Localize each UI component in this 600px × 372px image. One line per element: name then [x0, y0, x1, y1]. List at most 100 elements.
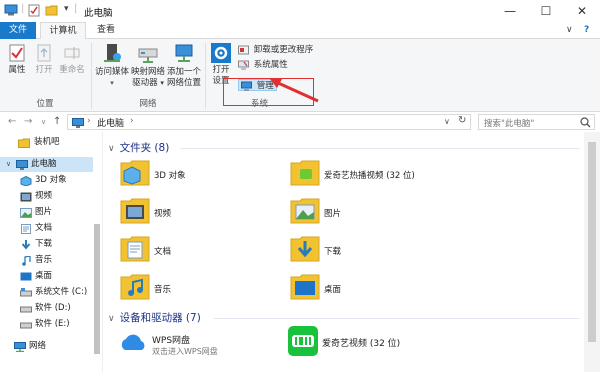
uninstall-label: 卸载或更改程序 [253, 45, 314, 55]
breadcrumb-this-pc[interactable]: 此电脑 [97, 116, 124, 129]
iqiyi-folder-icon [290, 160, 320, 186]
network-drive-icon [138, 48, 158, 63]
search-input[interactable]: 搜索"此电脑" [478, 114, 595, 130]
map-drive-button[interactable]: 映射网络 驱动器 ▾ [130, 43, 166, 89]
folder-desktop[interactable]: 桌面 [290, 271, 490, 303]
minimize-button[interactable]: — [492, 0, 528, 22]
system-properties-button[interactable]: 系统属性 [238, 59, 288, 71]
rename-button[interactable]: 重命名 [57, 43, 87, 76]
up-arrow-icon[interactable]: ↑ [53, 116, 61, 127]
properties-icon [9, 44, 25, 62]
help-button[interactable]: ? [584, 25, 589, 35]
drives-header-label: 设备和驱动器 (7) [119, 312, 201, 324]
nav-item-network[interactable]: 网络 [0, 339, 93, 354]
nav-item-documents[interactable]: 文档 [0, 221, 93, 236]
close-button[interactable]: ✕ [564, 0, 600, 22]
chevron-down-icon: ▾ [160, 79, 164, 87]
music-icon [22, 256, 31, 266]
uninstall-button[interactable]: 卸载或更改程序 [238, 44, 313, 56]
nav-item-label: 音乐 [35, 255, 53, 265]
group-separator [205, 43, 206, 109]
folder-label: 视频 [154, 209, 172, 219]
uninstall-icon [238, 45, 249, 54]
open-icon [37, 44, 51, 62]
folders-header-label: 文件夹 (8) [119, 142, 170, 154]
folders-section-header[interactable]: ∨ 文件夹 (8) [108, 140, 169, 155]
media-server-icon [104, 44, 121, 62]
folder-iqiyi-hot-videos[interactable]: 爱奇艺热播视频 (32 位) [290, 157, 490, 189]
folder-pictures[interactable]: 图片 [290, 195, 490, 227]
qat-dropdown[interactable]: ▾ [64, 4, 69, 14]
address-dropdown[interactable]: ∨ [444, 117, 450, 126]
nav-item-3d-objects[interactable]: 3D 对象 [0, 173, 93, 188]
iqiyi-app-icon [288, 326, 318, 356]
address-box[interactable]: › 此电脑 › ∨ ↻ [67, 114, 471, 130]
tab-computer[interactable]: 计算机 [40, 22, 86, 40]
expand-chevron-icon[interactable]: ∨ [6, 157, 11, 172]
nav-item-pictures[interactable]: 图片 [0, 205, 93, 220]
desktop-icon [20, 272, 32, 281]
tab-view[interactable]: 查看 [88, 22, 124, 39]
drives-section-header[interactable]: ∨ 设备和驱动器 (7) [108, 310, 201, 325]
nav-item-label: 视频 [35, 191, 53, 201]
videos-folder-icon [120, 198, 150, 224]
title-bar: | ▾ | 此电脑 — ☐ ✕ [0, 0, 600, 22]
chevron-down-icon[interactable]: ∨ [108, 314, 115, 324]
new-folder-icon[interactable] [45, 4, 58, 16]
navigation-pane: 装机吧 ∨ 此电脑 3D 对象 视频 图片 文档 下载 音乐 桌面 系统文件 (… [0, 132, 103, 372]
ribbon-collapse-button[interactable]: ∨ [566, 25, 573, 35]
chevron-down-icon[interactable]: ∨ [108, 144, 115, 154]
properties-check-icon[interactable] [28, 4, 40, 17]
drive-sublabel: 双击进入WPS网盘 [152, 347, 218, 356]
add-network-location-button[interactable]: 添加一个 网络位置 [166, 43, 202, 89]
nav-item-drive-e[interactable]: 软件 (E:) [0, 317, 93, 332]
nav-scrollbar[interactable] [93, 134, 101, 362]
nav-item-downloads[interactable]: 下载 [0, 237, 93, 252]
open-button[interactable]: 打开 [33, 43, 55, 76]
nav-item-label: 软件 (D:) [35, 303, 71, 313]
nav-item-music[interactable]: 音乐 [0, 253, 93, 268]
document-icon [21, 224, 31, 234]
nav-item-drive-c[interactable]: 系统文件 (C:) [0, 285, 93, 300]
nav-item-label: 桌面 [35, 271, 53, 281]
add-location-label-1: 添加一个 [166, 67, 201, 77]
nav-item-videos[interactable]: 视频 [0, 189, 93, 204]
refresh-icon[interactable]: ↻ [458, 115, 466, 126]
group-label-location: 位置 [36, 99, 54, 109]
drive-iqiyi-video[interactable]: 爱奇艺视频 (32 位) [288, 326, 528, 360]
nav-item-drive-d[interactable]: 软件 (D:) [0, 301, 93, 316]
folder-label: 爱奇艺热播视频 (32 位) [324, 171, 415, 181]
gear-icon [211, 43, 231, 63]
computer-icon[interactable] [4, 4, 18, 16]
maximize-button[interactable]: ☐ [528, 0, 564, 22]
breadcrumb-chevron[interactable]: › [87, 116, 91, 126]
recent-locations-icon[interactable]: ∨ [41, 118, 46, 126]
chevron-down-icon: ▾ [110, 79, 114, 87]
folder-label: 音乐 [154, 285, 172, 295]
nav-item-this-pc[interactable]: ∨ 此电脑 [0, 157, 93, 172]
folder-downloads[interactable]: 下载 [290, 233, 490, 265]
address-bar: ← → ∨ ↑ › 此电脑 › ∨ ↻ 搜索"此电脑" [0, 112, 600, 132]
title-separator: | [74, 3, 78, 14]
folder-label: 下载 [324, 247, 342, 257]
nav-scrollbar-thumb[interactable] [94, 224, 100, 354]
nav-item-desktop[interactable]: 桌面 [0, 269, 93, 284]
nav-item-zhuangjiba[interactable]: 装机吧 [0, 135, 93, 150]
search-icon[interactable] [580, 117, 591, 128]
forward-arrow-icon[interactable]: → [24, 116, 32, 127]
breadcrumb-chevron[interactable]: › [130, 116, 134, 126]
content-scrollbar-thumb[interactable] [588, 142, 596, 342]
access-media-button[interactable]: 访问媒体 ▾ [94, 43, 130, 89]
back-arrow-icon[interactable]: ← [8, 116, 16, 127]
drive-label: WPS网盘 [152, 336, 191, 346]
wps-cloud-icon [121, 334, 145, 350]
network-icon [14, 342, 26, 352]
folder-label: 文档 [154, 247, 172, 257]
properties-button[interactable]: 属性 [4, 43, 30, 76]
tab-file[interactable]: 文件 [0, 22, 36, 39]
computer-icon [72, 118, 84, 128]
rename-icon [64, 47, 80, 59]
nav-item-label: 装机吧 [34, 137, 60, 147]
annotation-arrow-icon [270, 79, 319, 103]
content-scrollbar[interactable] [584, 132, 600, 372]
